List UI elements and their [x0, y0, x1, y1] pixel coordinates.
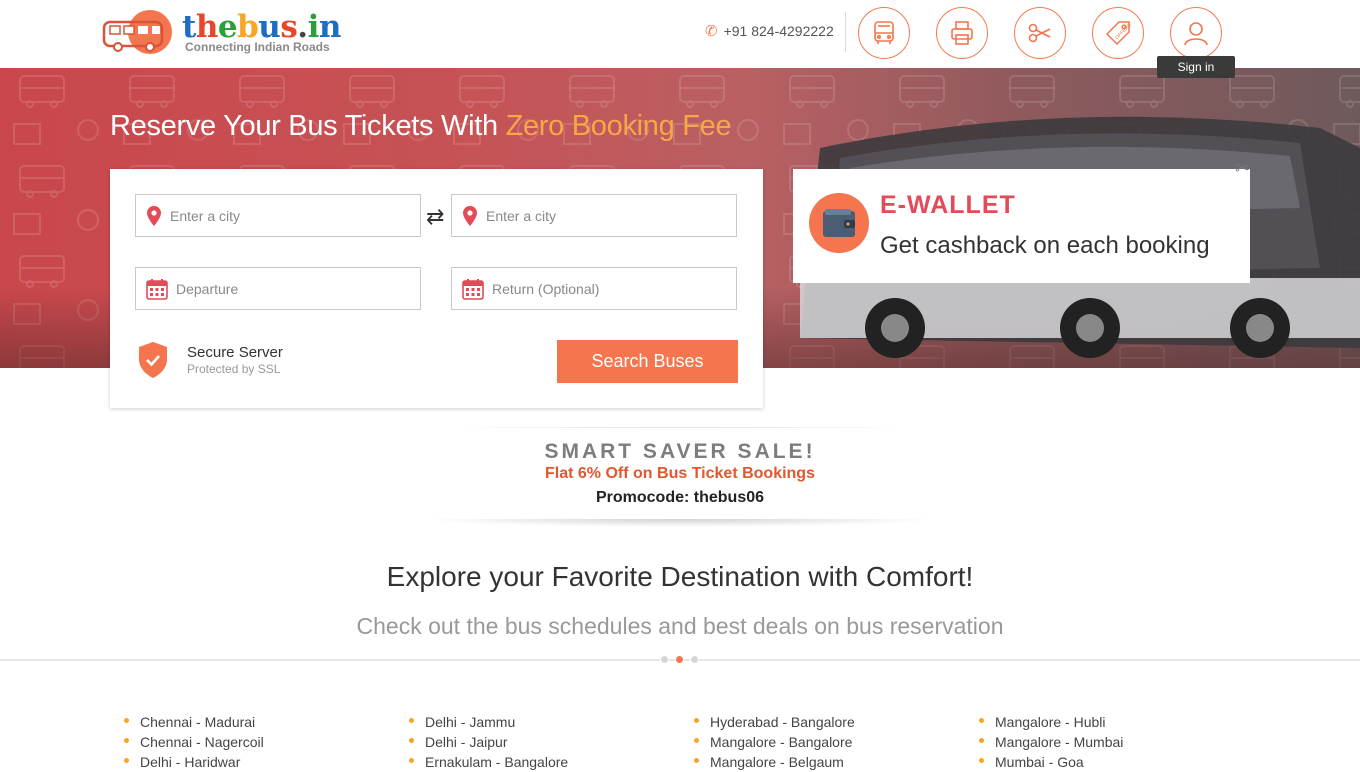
return-date-input[interactable] — [492, 280, 722, 297]
calendar-icon — [146, 278, 168, 300]
explore-subheading: Check out the bus schedules and best dea… — [356, 613, 1004, 639]
to-city-input[interactable] — [486, 207, 716, 224]
coupon-scissors-icon: ✂ — [1235, 158, 1251, 178]
scissors-icon — [1028, 23, 1051, 43]
site-header: thebus.in Connecting Indian Roads ✆ +91 … — [0, 0, 1360, 78]
logo-tagline: Connecting Indian Roads — [185, 40, 330, 54]
print-ticket-button[interactable] — [936, 7, 988, 59]
route-link[interactable]: Ernakulam - Bangalore — [409, 752, 689, 772]
swap-cities-icon[interactable]: ⇄ — [426, 204, 444, 230]
route-column: Hyderabad - Bangalore Mangalore - Bangal… — [694, 712, 974, 772]
route-link[interactable]: Mangalore - Mumbai — [979, 732, 1259, 752]
route-link[interactable]: Hyderabad - Bangalore — [694, 712, 974, 732]
secure-server-badge: Secure Server Protected by SSL — [137, 341, 283, 379]
shield-check-icon — [139, 342, 167, 378]
bus-search-form: ⇄ Secure Server Protected by S — [110, 169, 763, 408]
return-date-field[interactable] — [451, 267, 737, 310]
location-pin-icon — [463, 205, 477, 226]
from-city-input[interactable] — [170, 207, 400, 224]
contact-phone[interactable]: ✆ +91 824-4292222 — [705, 22, 834, 40]
route-link[interactable]: Delhi - Haridwar — [124, 752, 404, 772]
route-link[interactable]: Mangalore - Bangalore — [694, 732, 974, 752]
departure-date-input[interactable] — [176, 280, 406, 297]
promo-title: SMART SAVER SALE! — [544, 440, 816, 463]
e-wallet-promo-card[interactable]: E-WALLET Get cashback on each booking — [793, 169, 1250, 283]
secure-server-title: Secure Server — [187, 344, 283, 361]
promo-divider-top — [440, 427, 920, 428]
location-pin-icon — [147, 205, 161, 226]
route-link[interactable]: Chennai - Nagercoil — [124, 732, 404, 752]
e-wallet-title: E-WALLET — [880, 191, 1016, 219]
route-link[interactable]: Mumbai - Goa — [979, 752, 1259, 772]
phone-icon: ✆ — [705, 23, 718, 40]
e-wallet-subtitle: Get cashback on each booking — [880, 232, 1210, 259]
sign-in-button[interactable] — [1170, 7, 1222, 59]
departure-date-field[interactable] — [135, 267, 421, 310]
route-column: Delhi - Jammu Delhi - Jaipur Ernakulam -… — [409, 712, 689, 772]
route-link[interactable]: Chennai - Madurai — [124, 712, 404, 732]
hero-headline-text: Reserve Your Bus Tickets With — [110, 110, 506, 142]
calendar-icon — [462, 278, 484, 300]
offers-button[interactable]: OFFERS — [1092, 7, 1144, 59]
explore-heading: Explore your Favorite Destination with C… — [386, 561, 974, 592]
promo-divider-bottom — [420, 519, 940, 527]
route-column: Chennai - Madurai Chennai - Nagercoil De… — [124, 712, 404, 772]
cancel-ticket-button[interactable] — [1014, 7, 1066, 59]
header-divider — [845, 12, 846, 52]
bus-logo-icon — [102, 10, 172, 54]
carousel-dot-active[interactable] — [675, 655, 684, 664]
site-logo[interactable]: thebus.in Connecting Indian Roads — [100, 8, 341, 58]
promo-subtitle: Flat 6% Off on Bus Ticket Bookings — [545, 465, 815, 482]
secure-server-subtitle: Protected by SSL — [187, 362, 281, 376]
route-link[interactable]: Delhi - Jammu — [409, 712, 689, 732]
promo-code: Promocode: thebus06 — [595, 489, 765, 506]
hero-headline-highlight: Zero Booking Fee — [505, 110, 732, 142]
carousel-dot[interactable] — [660, 655, 669, 664]
route-link[interactable]: Mangalore - Hubli — [979, 712, 1259, 732]
route-column: Mangalore - Hubli Mangalore - Mumbai Mum… — [979, 712, 1259, 772]
bus-booking-button[interactable] — [858, 7, 910, 59]
wallet-icon — [809, 193, 869, 253]
carousel-dots — [660, 655, 699, 664]
from-city-field[interactable] — [135, 194, 421, 237]
sign-in-tooltip: Sign in — [1157, 56, 1235, 78]
route-link[interactable]: Delhi - Jaipur — [409, 732, 689, 752]
route-link[interactable]: Mangalore - Belgaum — [694, 752, 974, 772]
phone-number: +91 824-4292222 — [723, 23, 834, 39]
hero-headline: Reserve Your Bus Tickets With Zero Booki… — [110, 110, 732, 143]
to-city-field[interactable] — [451, 194, 737, 237]
user-icon — [1184, 22, 1208, 46]
bus-icon — [874, 21, 894, 44]
printer-icon — [951, 21, 973, 45]
search-buses-button[interactable]: Search Buses — [557, 340, 738, 383]
offers-tag-icon: OFFERS — [1105, 21, 1133, 46]
carousel-dot[interactable] — [690, 655, 699, 664]
